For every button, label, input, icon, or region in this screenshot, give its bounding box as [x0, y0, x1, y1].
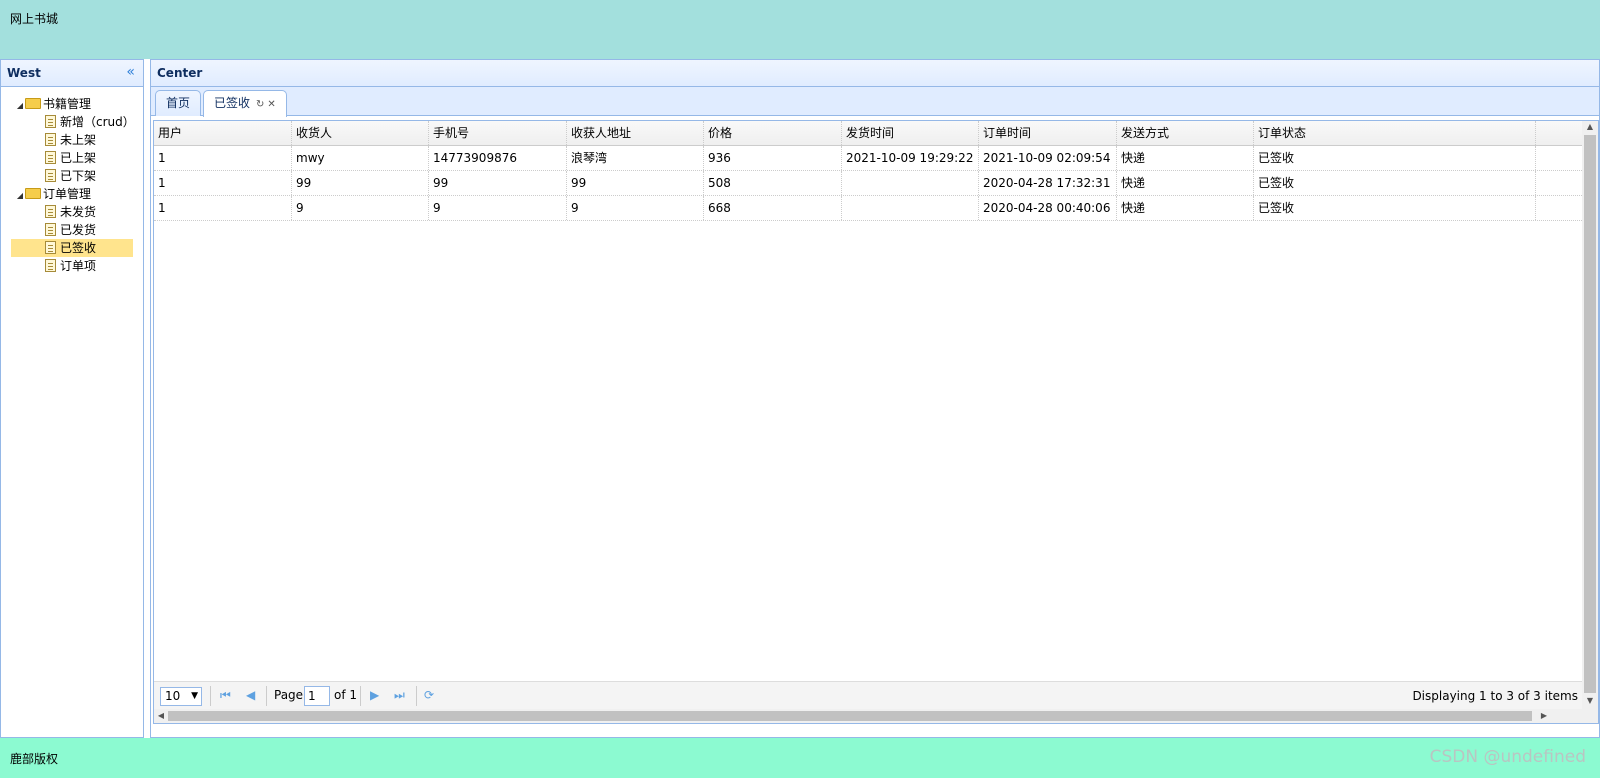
page-number-input[interactable]: 1: [304, 686, 330, 706]
close-tab-icon[interactable]: ✕: [267, 99, 275, 110]
scroll-thumb[interactable]: [1584, 135, 1596, 693]
horizontal-scrollbar[interactable]: ◀ ▶: [154, 709, 1598, 723]
tree-node-book-management[interactable]: ◢ 书籍管理: [1, 95, 143, 113]
tree-node-delisted[interactable]: 已下架: [1, 167, 143, 185]
tree-node-not-shipped[interactable]: 未发货: [1, 203, 143, 221]
pager-separator: [360, 686, 361, 706]
copyright-text: 鹿部版权: [10, 752, 59, 766]
table-row[interactable]: 1 9 9 9 668 2020-04-28 00:40:06 快递 已签收: [154, 196, 1582, 221]
pager-separator: [266, 686, 267, 706]
west-panel-title: West: [7, 66, 41, 80]
tree-node-order-items[interactable]: 订单项: [1, 257, 143, 275]
scroll-down-icon[interactable]: ▼: [1582, 696, 1598, 708]
file-icon: [45, 169, 56, 182]
table-row[interactable]: 1 99 99 99 508 2020-04-28 17:32:31 快递 已签…: [154, 171, 1582, 196]
chevron-down-icon: ▼: [191, 691, 198, 701]
page-total-label: of 1: [334, 688, 358, 702]
datagrid-body: 用户 收货人 手机号 收获人地址 价格 发货时间 订单时间 发送方式 订单状态 …: [154, 121, 1582, 681]
scroll-left-icon[interactable]: ◀: [155, 709, 167, 723]
pager-separator: [210, 686, 211, 706]
file-icon: [45, 205, 56, 218]
folder-icon: [25, 188, 41, 199]
page-label: Page: [274, 688, 304, 702]
file-icon: [45, 115, 56, 128]
tree-node-signed[interactable]: 已签收: [11, 239, 133, 257]
column-header-consignee[interactable]: 收货人: [292, 121, 429, 145]
column-header-address[interactable]: 收获人地址: [567, 121, 704, 145]
column-header-order-status[interactable]: 订单状态: [1254, 121, 1536, 145]
pager-separator: [416, 686, 417, 706]
file-icon: [45, 241, 56, 254]
tree-node-listed[interactable]: 已上架: [1, 149, 143, 167]
tree-node-order-management[interactable]: ◢ 订单管理: [1, 185, 143, 203]
file-icon: [45, 151, 56, 164]
scroll-up-icon[interactable]: ▲: [1582, 122, 1598, 134]
file-icon: [45, 223, 56, 236]
tree-node-not-listed[interactable]: 未上架: [1, 131, 143, 149]
file-icon: [45, 133, 56, 146]
first-page-icon[interactable]: ⏮: [220, 688, 231, 703]
vertical-scrollbar[interactable]: ▲ ▼: [1582, 121, 1598, 709]
column-header-ship-time[interactable]: 发货时间: [842, 121, 979, 145]
column-header-ship-method[interactable]: 发送方式: [1117, 121, 1254, 145]
center-panel-header: Center: [151, 60, 1599, 87]
tab-strip: 首页 已签收 ↻ ✕: [151, 87, 1599, 117]
scroll-thumb[interactable]: [168, 711, 1532, 721]
center-panel: Center 首页 已签收 ↻ ✕ 用户 收货人 手机号 收获人地址 价格 发货时间…: [150, 59, 1600, 738]
order-datagrid: 用户 收货人 手机号 收获人地址 价格 发货时间 订单时间 发送方式 订单状态 …: [153, 120, 1599, 724]
site-title: 网上书城: [10, 12, 59, 26]
tree-node-add-crud[interactable]: 新增（crud）: [1, 113, 143, 131]
tab-signed[interactable]: 已签收 ↻ ✕: [203, 90, 287, 117]
west-panel-header: West «: [1, 60, 143, 87]
column-header-price[interactable]: 价格: [704, 121, 842, 145]
refresh-tab-icon[interactable]: ↻: [256, 99, 264, 110]
datagrid-header: 用户 收货人 手机号 收获人地址 价格 发货时间 订单时间 发送方式 订单状态: [154, 121, 1582, 146]
refresh-icon[interactable]: ⟳: [424, 688, 434, 702]
tree-node-shipped[interactable]: 已发货: [1, 221, 143, 239]
nav-tree: ◢ 书籍管理 新增（crud） 未上架 已上架 已下架 ◢ 订单管理 未发货 已发货…: [1, 95, 143, 275]
watermark: CSDN @undefined: [1429, 747, 1586, 767]
folder-icon: [25, 98, 41, 109]
file-icon: [45, 259, 56, 272]
collapse-left-icon[interactable]: «: [126, 64, 135, 80]
pagination-bar: 10 ▼ ⏮ ◀ Page 1 of 1 ▶ ⏭ ⟳ Displaying 1 t…: [154, 681, 1582, 709]
column-header-order-time[interactable]: 订单时间: [979, 121, 1117, 145]
last-page-icon[interactable]: ⏭: [394, 688, 405, 703]
column-header-phone[interactable]: 手机号: [429, 121, 567, 145]
column-header-user[interactable]: 用户: [154, 121, 292, 145]
west-panel: West « ◢ 书籍管理 新增（crud） 未上架 已上架 已下架 ◢ 订单管理 …: [0, 59, 144, 738]
next-page-icon[interactable]: ▶: [370, 688, 379, 702]
page-size-select[interactable]: 10 ▼: [160, 687, 202, 706]
center-panel-title: Center: [157, 66, 203, 80]
north-region: 网上书城: [0, 0, 1600, 59]
pager-info: Displaying 1 to 3 of 3 items: [1412, 689, 1578, 703]
table-row[interactable]: 1 mwy 14773909876 浪琴湾 936 2021-10-09 19:…: [154, 146, 1582, 171]
prev-page-icon[interactable]: ◀: [246, 688, 255, 702]
tab-home[interactable]: 首页: [155, 90, 202, 116]
south-region: 鹿部版权 CSDN @undefined: [0, 738, 1600, 778]
scroll-right-icon[interactable]: ▶: [1538, 709, 1550, 723]
